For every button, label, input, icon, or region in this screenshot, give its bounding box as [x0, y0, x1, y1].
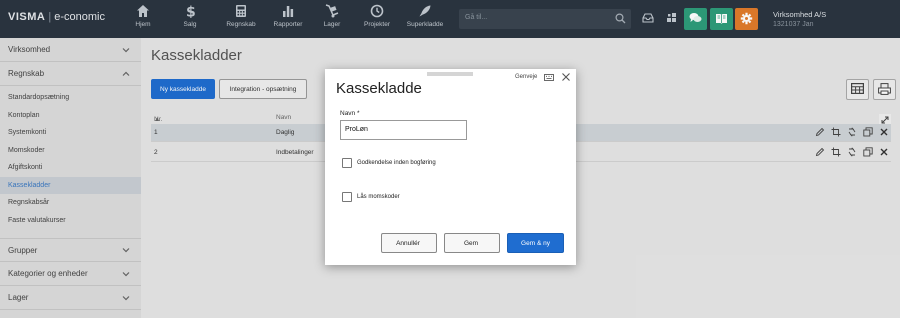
keyboard-icon[interactable] — [544, 74, 554, 83]
lock-vat-checkbox[interactable] — [342, 192, 352, 202]
dialog-title: Kassekladde — [336, 80, 422, 97]
save-button[interactable]: Gem — [444, 233, 500, 253]
lock-vat-checkbox-label[interactable]: Lås momskoder — [357, 194, 400, 200]
approval-checkbox-label[interactable]: Godkendelse inden bogføring — [357, 160, 436, 166]
save-and-new-button[interactable]: Gem & ny — [507, 233, 564, 253]
close-icon[interactable] — [561, 72, 571, 84]
drag-handle[interactable] — [427, 72, 473, 76]
name-label: Navn * — [340, 110, 360, 117]
approval-checkbox[interactable] — [342, 158, 352, 168]
name-input[interactable]: ProLøn — [340, 120, 467, 140]
cancel-button[interactable]: Annullér — [381, 233, 437, 253]
shortcuts-link[interactable]: Genveje — [515, 74, 537, 80]
kassekladde-dialog: Genveje Kassekladde Navn * ProLøn Godken… — [325, 69, 576, 265]
